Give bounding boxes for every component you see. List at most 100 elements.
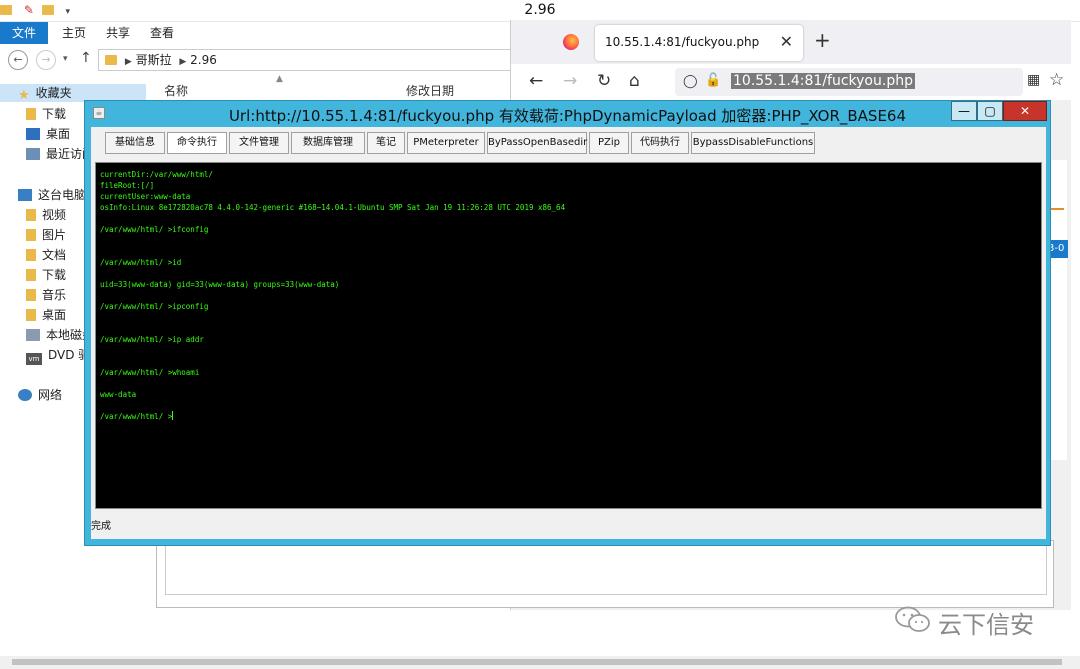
tab-code-exec[interactable]: 代码执行 (631, 132, 689, 154)
nav-item-documents[interactable]: 文档 (26, 246, 66, 264)
nav-item-desktop[interactable]: 桌面 (26, 125, 70, 143)
breadcrumb-item[interactable]: 2.96 (190, 53, 217, 67)
tab-file-manager[interactable]: 文件管理 (229, 132, 289, 154)
folder-icon (105, 55, 117, 65)
url-bar[interactable]: ◯ 🔓 10.55.1.4:81/fuckyou.php (675, 68, 1023, 96)
nav-this-pc[interactable]: 这台电脑 (18, 186, 86, 204)
tab-database-manager[interactable]: 数据库管理 (291, 132, 365, 154)
explorer-ribbon: 文件 主页 共享 查看 (0, 22, 512, 44)
tab-title: 10.55.1.4:81/fuckyou.php (605, 35, 760, 49)
watermark-text: 云下信安 (938, 611, 1034, 639)
nav-item-desktop-pc[interactable]: 桌面 (26, 306, 66, 324)
tab-command-exec[interactable]: 命令执行 (167, 132, 227, 154)
horizontal-scrollbar[interactable] (0, 656, 1080, 669)
ribbon-tab-view[interactable]: 查看 (150, 22, 174, 44)
reload-icon[interactable]: ↻ (597, 71, 611, 91)
tab-pmeterpreter[interactable]: PMeterpreter (407, 132, 485, 154)
side-panel-label[interactable]: 3-0 (1048, 240, 1068, 258)
terminal-line: /var/www/html/ >whoami (100, 368, 200, 377)
vmware-dvd-icon: vm (26, 353, 42, 365)
nav-item-music[interactable]: 音乐 (26, 286, 66, 304)
browser-tab[interactable]: 10.55.1.4:81/fuckyou.php ✕ (595, 25, 803, 61)
terminal-line: /var/www/html/ >ifconfig (100, 225, 209, 234)
status-bar-text: 完成 (91, 521, 111, 532)
firefox-tab-strip: 10.55.1.4:81/fuckyou.php ✕ + (511, 20, 1071, 64)
command-terminal[interactable]: currentDir:/var/www/html/ fileRoot:[/] c… (95, 162, 1042, 509)
bookmark-star-icon[interactable]: ☆ (1049, 70, 1064, 90)
address-bar[interactable]: ▶ 哥斯拉 ▶ 2.96 (98, 49, 512, 71)
back-button[interactable]: ← (8, 50, 28, 70)
column-name[interactable]: 名称 (164, 82, 188, 99)
qr-code-icon[interactable]: ▦ (1027, 72, 1040, 88)
shell-window-title: Url:http://10.55.1.4:81/fuckyou.php 有效载荷… (228, 107, 907, 125)
nav-item-downloads[interactable]: 下载 (26, 105, 66, 123)
url-text[interactable]: 10.55.1.4:81/fuckyou.php (731, 73, 915, 89)
explorer-titlebar: ✎ ▾ 2.96 (0, 0, 1080, 22)
desktop: ✎ ▾ 2.96 文件 主页 共享 查看 ← → ▾ ↑ ▶ 哥斯拉 ▶ 2.9… (0, 0, 1080, 669)
documents-folder-icon (26, 249, 36, 261)
ribbon-tab-home[interactable]: 主页 (62, 22, 86, 44)
desktop-folder-icon (26, 309, 36, 321)
forward-button[interactable]: → (36, 50, 56, 70)
tab-bypass-disable-functions[interactable]: BypassDisableFunctions (691, 132, 815, 154)
firefox-toolbar: ← → ↻ ⌂ ◯ 🔓 10.55.1.4:81/fuckyou.php ▦ ☆ (511, 64, 1071, 100)
close-button[interactable]: ✕ (1003, 101, 1047, 121)
videos-folder-icon (26, 209, 36, 221)
page-lower-panel (156, 540, 1054, 608)
wechat-logo-icon (895, 606, 930, 632)
nav-item-downloads-pc[interactable]: 下载 (26, 266, 66, 284)
chevron-right-icon: ▶ (124, 57, 132, 67)
tab-pzip[interactable]: PZip (589, 132, 629, 154)
back-arrow-icon[interactable]: ← (529, 71, 543, 91)
explorer-address-row: ← → ▾ ↑ ▶ 哥斯拉 ▶ 2.96 (0, 46, 512, 74)
minimize-button[interactable]: — (951, 101, 977, 121)
tab-bypass-openbasedir[interactable]: ByPassOpenBasedir (487, 132, 587, 154)
terminal-prompt-line[interactable]: /var/www/html/ > (100, 411, 1041, 422)
terminal-line: /var/www/html/ >id (100, 258, 182, 267)
ribbon-tab-file[interactable]: 文件 (0, 22, 49, 44)
firefox-logo-icon[interactable] (563, 34, 579, 50)
desktop-icon (26, 128, 40, 140)
explorer-window-title: 2.96 (524, 2, 556, 18)
tab-basic-info[interactable]: 基础信息 (105, 132, 165, 154)
terminal-line: /var/www/html/ >ipconfig (100, 302, 209, 311)
nav-network[interactable]: 网络 (18, 386, 62, 404)
shell-window-titlebar: ☕ Url:http://10.55.1.4:81/fuckyou.php 有效… (85, 101, 1050, 127)
home-icon[interactable]: ⌂ (629, 71, 640, 91)
file-list-header: 名称 ▲ 修改日期 (146, 74, 512, 99)
recent-locations-chevron-icon[interactable]: ▾ (63, 54, 68, 64)
sort-up-icon: ▲ (276, 74, 283, 84)
chevron-right-icon: ▶ (179, 57, 187, 67)
terminal-line: currentUser:www-data (100, 192, 191, 201)
breadcrumb-item[interactable]: 哥斯拉 (136, 53, 172, 67)
download-folder-icon (26, 108, 36, 120)
shield-icon[interactable]: ◯ (683, 74, 698, 89)
column-modified-date[interactable]: 修改日期 (406, 82, 454, 99)
godzilla-shell-window: ☕ Url:http://10.55.1.4:81/fuckyou.php 有效… (84, 100, 1051, 546)
close-tab-icon[interactable]: ✕ (780, 32, 793, 51)
new-tab-icon[interactable]: + (814, 28, 831, 52)
text-cursor (172, 411, 174, 420)
terminal-line: currentDir:/var/www/html/ (100, 170, 213, 179)
tab-notes[interactable]: 笔记 (367, 132, 405, 154)
terminal-line: fileRoot:[/] (100, 181, 155, 190)
nav-item-dvd-drive[interactable]: vm DVD 驱 (26, 346, 90, 365)
download-folder-icon (26, 269, 36, 281)
insecure-lock-icon[interactable]: 🔓 (705, 73, 721, 88)
recent-places-icon (26, 148, 40, 160)
computer-icon (18, 189, 32, 201)
nav-item-videos[interactable]: 视频 (26, 206, 66, 224)
network-icon (18, 389, 32, 401)
nav-item-pictures[interactable]: 图片 (26, 226, 66, 244)
star-icon: ★ (18, 88, 30, 103)
hard-drive-icon (26, 329, 40, 341)
terminal-line: /var/www/html/ >ip addr (100, 335, 204, 344)
terminal-line: osInfo:Linux 8e172820ac78 4.4.0-142-gene… (100, 203, 566, 212)
music-folder-icon (26, 289, 36, 301)
forward-arrow-icon[interactable]: → (563, 71, 577, 91)
up-arrow-icon[interactable]: ↑ (80, 50, 92, 66)
ribbon-tab-share[interactable]: 共享 (106, 22, 130, 44)
pictures-folder-icon (26, 229, 36, 241)
shell-window-body: 基础信息 命令执行 文件管理 数据库管理 笔记 PMeterpreter ByP… (91, 127, 1046, 539)
maximize-button[interactable]: ▢ (977, 101, 1003, 121)
